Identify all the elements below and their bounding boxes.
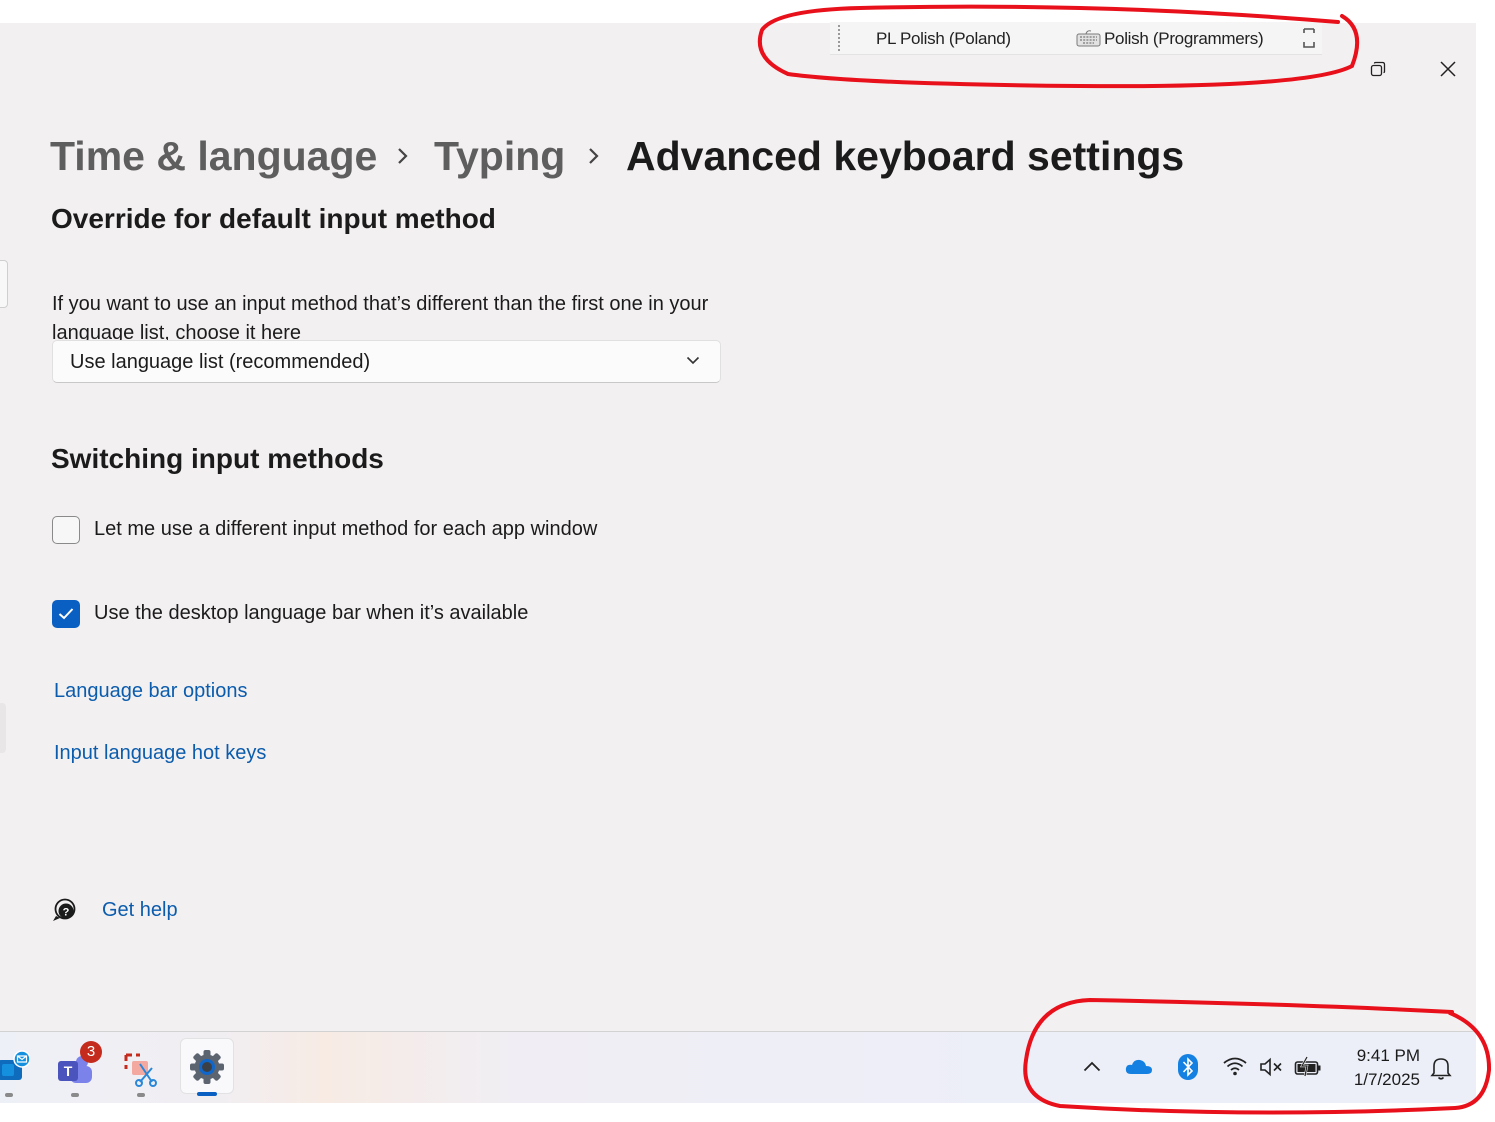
outlook-running-indicator xyxy=(5,1093,13,1097)
language-bar-restore-icon[interactable] xyxy=(1302,27,1316,49)
notification-bell-icon[interactable] xyxy=(1430,1056,1452,1080)
snipping-tool-running-indicator xyxy=(137,1093,145,1097)
settings-window: Time & language Typing Advanced keyboard… xyxy=(0,23,1476,1031)
clock-time: 9:41 PM xyxy=(1356,1046,1420,1065)
battery-charging-icon[interactable] xyxy=(1294,1056,1322,1078)
taskbar-settings[interactable] xyxy=(180,1038,234,1096)
restore-icon xyxy=(1370,61,1386,77)
chevron-right-icon xyxy=(398,148,408,164)
help-icon: ? xyxy=(53,898,76,921)
language-bar-keyboard[interactable]: Polish (Programmers) xyxy=(1104,29,1264,49)
language-bar-options-link[interactable]: Language bar options xyxy=(54,680,248,703)
onedrive-icon[interactable] xyxy=(1125,1057,1153,1075)
close-icon xyxy=(1440,61,1456,77)
settings-gear-icon xyxy=(190,1050,224,1084)
nav-edge-selected xyxy=(0,703,6,753)
switching-section-title: Switching input methods xyxy=(51,443,384,474)
language-bar-language[interactable]: PL Polish (Poland) xyxy=(876,29,1011,49)
desktop-language-bar-label: Use the desktop language bar when it’s a… xyxy=(94,602,529,624)
override-section-title: Override for default input method xyxy=(51,203,496,234)
nav-edge xyxy=(0,260,8,308)
taskbar: T 3 9:41 PM 1/7/2025 xyxy=(0,1031,1476,1103)
chevron-right-icon xyxy=(589,148,599,164)
volume-muted-icon[interactable] xyxy=(1259,1057,1285,1077)
wifi-icon[interactable] xyxy=(1222,1056,1248,1076)
breadcrumb-time-language[interactable]: Time & language xyxy=(50,133,377,180)
get-help-link[interactable]: Get help xyxy=(102,899,178,922)
input-method-dropdown[interactable]: Use language list (recommended) xyxy=(52,340,721,383)
bluetooth-icon[interactable] xyxy=(1178,1054,1198,1080)
outlook-icon xyxy=(0,1050,30,1080)
taskbar-clock[interactable]: 9:41 PM 1/7/2025 xyxy=(1330,1044,1420,1092)
chevron-down-icon xyxy=(686,356,700,365)
taskbar-teams[interactable]: T 3 xyxy=(48,1038,102,1097)
svg-text:T: T xyxy=(64,1063,73,1079)
checkmark-icon xyxy=(58,608,74,620)
snipping-tool-icon xyxy=(124,1053,157,1087)
teams-running-indicator xyxy=(71,1093,79,1097)
svg-text:?: ? xyxy=(63,907,70,919)
language-bar-grip[interactable] xyxy=(838,25,840,51)
keyboard-icon xyxy=(1076,30,1101,47)
page-title: Advanced keyboard settings xyxy=(626,133,1185,179)
input-language-hot-keys-link[interactable]: Input language hot keys xyxy=(54,742,266,765)
chevron-up-icon[interactable] xyxy=(1083,1061,1101,1072)
taskbar-outlook[interactable] xyxy=(0,1038,36,1097)
breadcrumb-typing[interactable]: Typing xyxy=(434,133,565,180)
restore-window-button[interactable] xyxy=(1358,53,1398,85)
desktop-language-bar-checkbox[interactable] xyxy=(52,600,80,628)
close-window-button[interactable] xyxy=(1428,53,1468,85)
clock-date: 1/7/2025 xyxy=(1353,1070,1420,1089)
taskbar-snipping-tool[interactable] xyxy=(114,1038,168,1097)
per-app-input-label: Let me use a different input method for … xyxy=(94,518,598,540)
dropdown-value: Use language list (recommended) xyxy=(70,351,371,373)
per-app-input-checkbox[interactable] xyxy=(52,516,80,544)
settings-active-indicator xyxy=(197,1092,217,1096)
teams-notification-badge: 3 xyxy=(80,1041,102,1063)
desktop-language-bar: PL Polish (Poland) Polish (Programmers) xyxy=(830,22,1322,55)
